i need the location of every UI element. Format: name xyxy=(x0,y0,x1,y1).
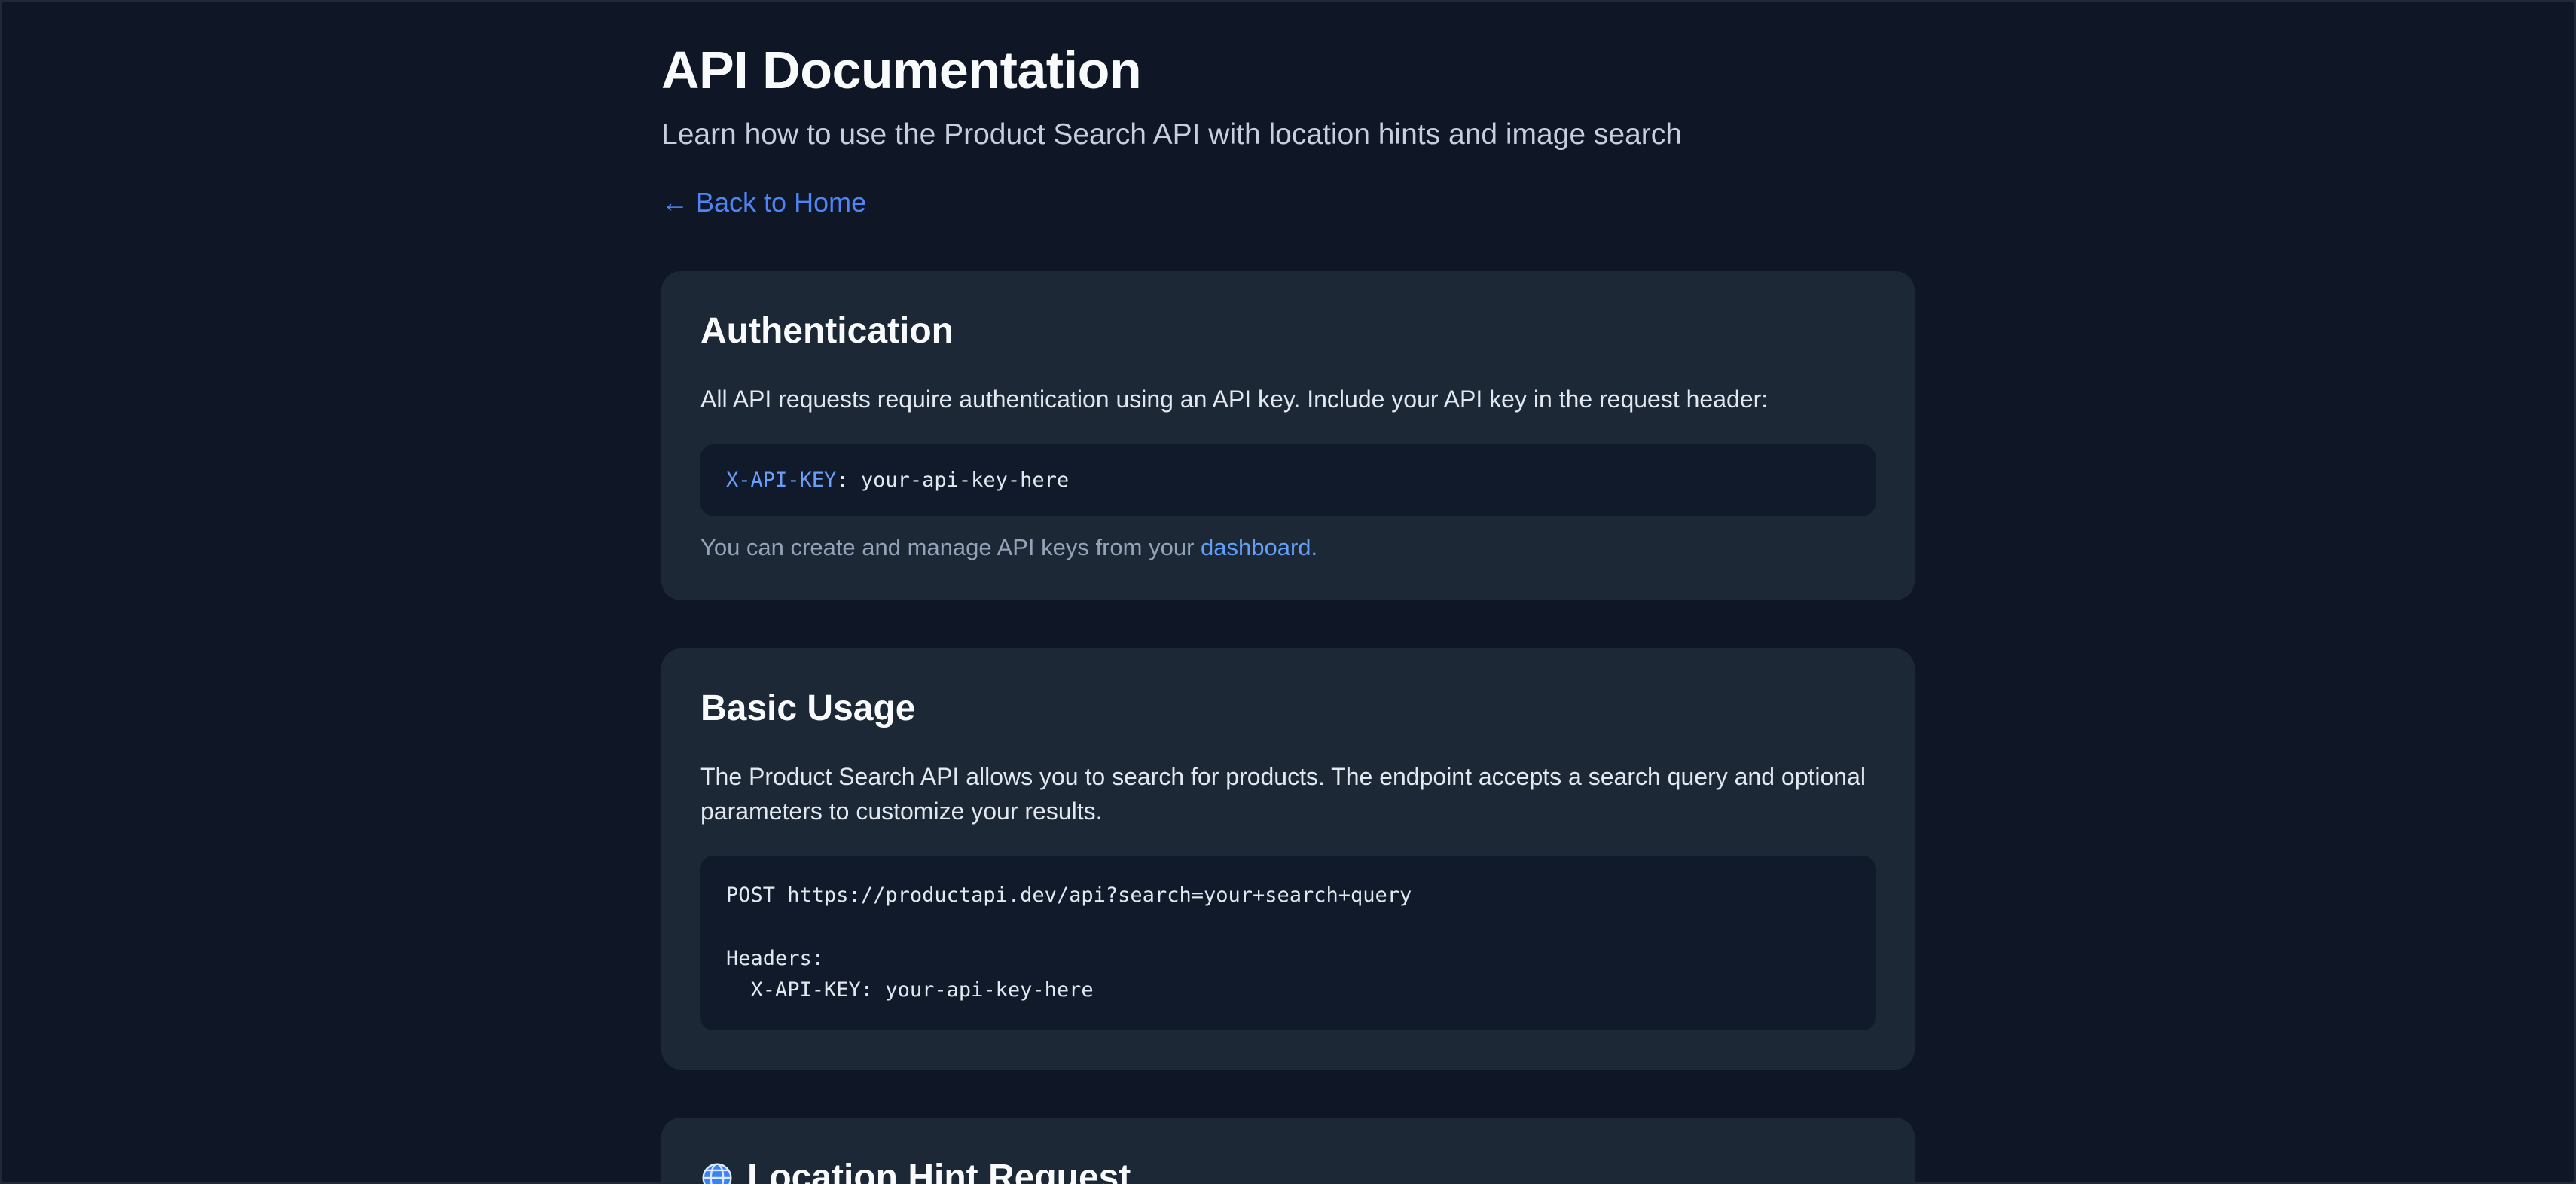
code-line: X-API-KEY: your-api-key-here xyxy=(726,975,1850,1006)
basic-usage-card: Basic Usage The Product Search API allow… xyxy=(661,648,1915,1070)
dashboard-link[interactable]: dashboard. xyxy=(1201,534,1317,560)
api-key-header-code: X-API-KEY: your-api-key-here xyxy=(700,444,1876,516)
page-subtitle: Learn how to use the Product Search API … xyxy=(661,116,1915,154)
code-line: POST https://productapi.dev/api?search=y… xyxy=(726,880,1850,911)
basic-usage-description: The Product Search API allows you to sea… xyxy=(700,759,1876,829)
code-line: Headers: xyxy=(726,943,1850,975)
api-key-note-text: You can create and manage API keys from … xyxy=(700,534,1201,560)
api-docs-page: API Documentation Learn how to use the P… xyxy=(0,0,2576,1184)
api-key-note: You can create and manage API keys from … xyxy=(700,534,1876,561)
authentication-description: All API requests require authentication … xyxy=(700,382,1876,417)
api-key-header-name: X-API-KEY xyxy=(726,468,836,492)
authentication-heading: Authentication xyxy=(700,310,1876,352)
basic-usage-heading: Basic Usage xyxy=(700,688,1876,729)
authentication-card: Authentication All API requests require … xyxy=(661,271,1915,600)
api-key-header-value: : your-api-key-here xyxy=(836,468,1069,492)
back-to-home-link[interactable]: ← Back to Home xyxy=(661,187,866,218)
page-title: API Documentation xyxy=(661,38,1915,104)
content-container: API Documentation Learn how to use the P… xyxy=(661,0,1915,1184)
code-line xyxy=(726,911,1850,943)
location-hint-heading-label: Location Hint Request xyxy=(747,1157,1131,1184)
basic-usage-code: POST https://productapi.dev/api?search=y… xyxy=(700,856,1876,1030)
location-hint-heading: Location Hint Request xyxy=(700,1157,1876,1184)
globe-icon xyxy=(700,1161,734,1184)
location-hint-card: Location Hint Request xyxy=(661,1118,1915,1184)
